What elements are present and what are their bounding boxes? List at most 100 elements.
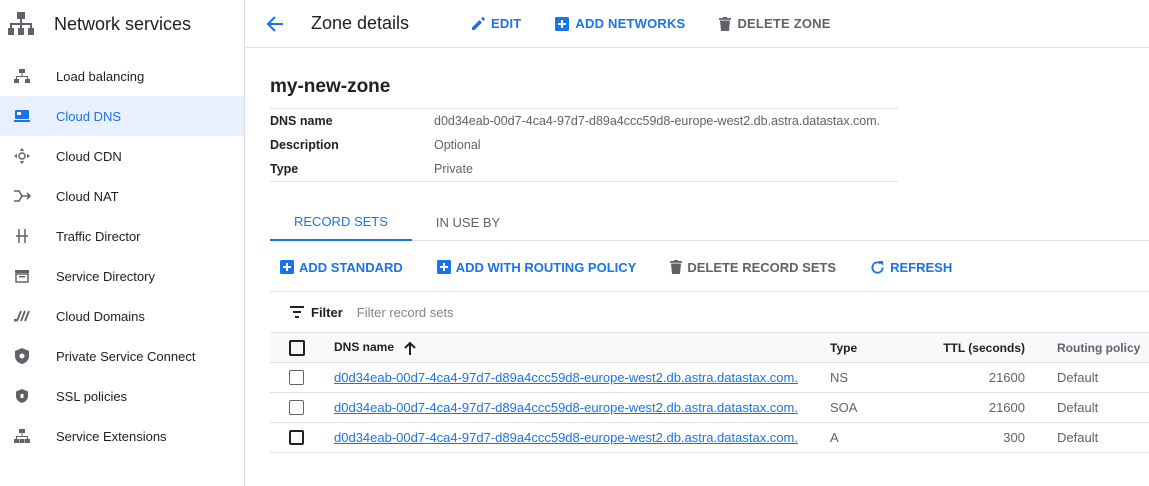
ttl-cell: 21600 <box>902 362 1025 393</box>
service-directory-icon <box>13 267 31 285</box>
refresh-button[interactable]: REFRESH <box>870 260 952 275</box>
sidebar-item-traffic-director[interactable]: Traffic Director <box>0 216 244 256</box>
main-content: Zone details EDIT ADD NETWORKS DELETE ZO… <box>246 0 1149 486</box>
sidebar-item-ssl-policies[interactable]: SSL policies <box>0 376 244 416</box>
detail-value: Private <box>434 162 473 176</box>
table-row: d0d34eab-00d7-4ca4-97d7-d89a4ccc59d8-eur… <box>270 422 1149 453</box>
row-select-cell <box>270 422 334 453</box>
type-cell: SOA <box>830 392 902 423</box>
record-set-link[interactable]: d0d34eab-00d7-4ca4-97d7-d89a4ccc59d8-eur… <box>334 430 798 445</box>
ttl-cell: 300 <box>902 422 1025 453</box>
sidebar-item-load-balancing[interactable]: Load balancing <box>0 56 244 96</box>
add-networks-label: ADD NETWORKS <box>575 16 686 31</box>
cloud-cdn-icon <box>13 147 31 165</box>
sidebar-item-service-extensions[interactable]: Service Extensions <box>0 416 244 456</box>
filter-bar: Filter <box>270 291 1149 332</box>
refresh-label: REFRESH <box>890 259 953 275</box>
back-arrow-icon[interactable] <box>263 12 287 36</box>
table-header-row: DNS name Type TTL (seconds) Routing poli… <box>270 332 1149 363</box>
column-header-type[interactable]: Type <box>830 332 902 363</box>
table-row: d0d34eab-00d7-4ca4-97d7-d89a4ccc59d8-eur… <box>270 362 1149 393</box>
sidebar-item-service-directory[interactable]: Service Directory <box>0 256 244 296</box>
detail-row-type: Type Private <box>270 157 898 181</box>
detail-row-dns-name: DNS name d0d34eab-00d7-4ca4-97d7-d89a4cc… <box>270 109 898 133</box>
shield-icon <box>13 347 31 365</box>
detail-key: Type <box>270 162 299 176</box>
service-extensions-icon <box>13 427 31 445</box>
filter-label: Filter <box>311 304 343 320</box>
add-standard-label: ADD STANDARD <box>299 259 403 275</box>
delete-zone-label: DELETE ZONE <box>737 16 831 31</box>
sidebar-item-cloud-nat[interactable]: Cloud NAT <box>0 176 244 216</box>
sidebar-item-private-service-connect[interactable]: Private Service Connect <box>0 336 244 376</box>
add-box-icon <box>436 260 451 274</box>
zone-details-table: DNS name d0d34eab-00d7-4ca4-97d7-d89a4cc… <box>270 108 898 182</box>
row-checkbox[interactable] <box>289 400 304 415</box>
add-with-routing-policy-button[interactable]: ADD WITH ROUTING POLICY <box>436 259 637 275</box>
column-header-label: DNS name <box>334 340 395 355</box>
sidebar-item-label: Load balancing <box>56 68 145 84</box>
tab-bar: RECORD SETS IN USE BY <box>270 204 1149 241</box>
record-actions-bar: ADD STANDARD ADD WITH ROUTING POLICY DEL… <box>280 252 986 282</box>
filter-icon[interactable] <box>290 306 304 318</box>
cloud-dns-icon <box>13 107 31 125</box>
tab-record-sets[interactable]: RECORD SETS <box>270 204 412 241</box>
load-balancing-icon <box>13 67 31 85</box>
trash-icon <box>670 260 683 274</box>
edit-button[interactable]: EDIT <box>471 16 521 31</box>
add-box-icon <box>555 16 570 31</box>
cloud-nat-icon <box>13 187 31 205</box>
dns-name-cell: d0d34eab-00d7-4ca4-97d7-d89a4ccc59d8-eur… <box>334 422 830 453</box>
add-standard-button[interactable]: ADD STANDARD <box>280 260 403 275</box>
column-header-routing-policy[interactable]: Routing policy <box>1025 332 1149 363</box>
sidebar-item-label: Traffic Director <box>56 228 141 244</box>
routing-policy-cell: Default <box>1025 392 1149 423</box>
refresh-icon <box>870 260 885 275</box>
add-with-routing-policy-label: ADD WITH ROUTING POLICY <box>455 259 637 275</box>
page-header: Zone details EDIT ADD NETWORKS DELETE ZO… <box>246 0 1149 48</box>
sidebar-item-cloud-cdn[interactable]: Cloud CDN <box>0 136 244 176</box>
sidebar-item-label: Service Extensions <box>56 428 167 444</box>
sidebar-item-label: Service Directory <box>56 268 155 284</box>
record-sets-table: DNS name Type TTL (seconds) Routing poli… <box>270 332 1149 453</box>
sidebar-item-cloud-domains[interactable]: Cloud Domains <box>0 296 244 336</box>
sidebar-item-label: Cloud Domains <box>56 308 145 324</box>
record-set-link[interactable]: d0d34eab-00d7-4ca4-97d7-d89a4ccc59d8-eur… <box>334 400 798 415</box>
row-select-cell <box>270 362 334 393</box>
delete-record-sets-button[interactable]: DELETE RECORD SETS <box>670 260 836 275</box>
filter-input[interactable] <box>356 304 657 320</box>
type-cell: NS <box>830 362 902 393</box>
record-set-link[interactable]: d0d34eab-00d7-4ca4-97d7-d89a4ccc59d8-eur… <box>334 370 798 385</box>
edit-label: EDIT <box>491 16 522 31</box>
select-all-cell <box>270 332 334 363</box>
add-box-icon <box>280 260 294 274</box>
row-checkbox[interactable] <box>289 430 304 445</box>
delete-record-sets-label: DELETE RECORD SETS <box>687 259 837 275</box>
detail-key: DNS name <box>270 114 333 128</box>
select-all-checkbox[interactable] <box>289 339 305 356</box>
dns-name-cell: d0d34eab-00d7-4ca4-97d7-d89a4ccc59d8-eur… <box>334 392 830 423</box>
traffic-director-icon <box>13 227 31 245</box>
sidebar-item-label: Cloud DNS <box>56 108 122 124</box>
pencil-icon <box>471 16 485 31</box>
tab-in-use-by[interactable]: IN USE BY <box>412 204 524 241</box>
row-checkbox[interactable] <box>289 370 304 385</box>
sidebar-item-label: Cloud NAT <box>56 188 119 204</box>
page-title: Zone details <box>311 13 410 33</box>
sidebar-item-label: SSL policies <box>56 388 128 404</box>
sidebar-item-cloud-dns[interactable]: Cloud DNS <box>0 96 244 136</box>
column-header-ttl[interactable]: TTL (seconds) <box>902 332 1025 363</box>
column-header-dns-name[interactable]: DNS name <box>334 332 830 363</box>
sidebar-item-label: Cloud CDN <box>56 148 122 164</box>
dns-name-cell: d0d34eab-00d7-4ca4-97d7-d89a4ccc59d8-eur… <box>334 362 830 393</box>
add-networks-button[interactable]: ADD NETWORKS <box>555 16 685 31</box>
routing-policy-cell: Default <box>1025 362 1149 393</box>
network-services-icon <box>8 11 34 37</box>
delete-zone-button[interactable]: DELETE ZONE <box>719 16 830 31</box>
routing-policy-cell: Default <box>1025 422 1149 453</box>
sort-ascending-icon[interactable] <box>404 341 416 355</box>
detail-value: Optional <box>434 138 481 152</box>
row-select-cell <box>270 392 334 423</box>
detail-value: d0d34eab-00d7-4ca4-97d7-d89a4ccc59d8-eur… <box>434 114 881 128</box>
sidebar-item-label: Private Service Connect <box>56 348 196 364</box>
